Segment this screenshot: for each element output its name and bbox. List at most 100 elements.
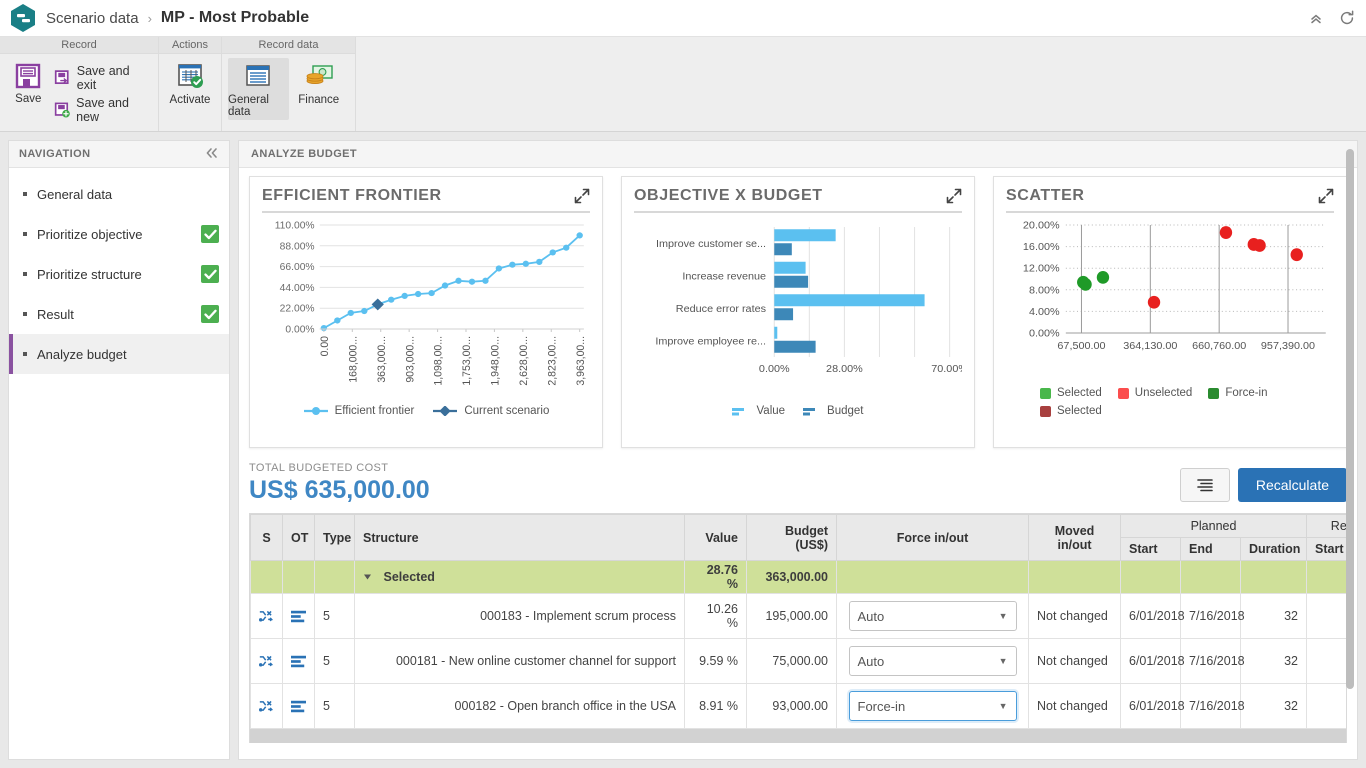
legend-item-value: Value (732, 405, 785, 417)
col-planned-duration[interactable]: Duration (1239, 537, 1308, 561)
title-divider (262, 211, 590, 213)
save-button[interactable]: Save (6, 58, 51, 105)
row-planned-start: 6/01/2018 (1120, 683, 1185, 729)
activate-label: Activate (169, 94, 211, 106)
row-force-cell[interactable]: Auto ▼ (836, 593, 1029, 639)
col-planned-start[interactable]: Start (1120, 537, 1181, 561)
col-resch-start[interactable]: Start (1306, 537, 1346, 561)
col-s[interactable]: S (250, 514, 283, 561)
recalculate-button[interactable]: Recalculate (1237, 468, 1347, 502)
row-ot-cell[interactable] (282, 593, 315, 639)
sidebar-item-prioritize-objective[interactable]: Prioritize objective (9, 214, 229, 254)
navigation-header: NAVIGATION (9, 141, 229, 168)
force-in-out-select[interactable]: Force-in ▼ (848, 691, 1017, 721)
finance-label: Finance (298, 94, 340, 106)
shuffle-icon[interactable] (259, 653, 274, 669)
expand-icon[interactable] (946, 188, 962, 208)
col-force-in-out[interactable]: Force in/out (836, 514, 1029, 561)
general-data-button[interactable]: General data (228, 58, 289, 120)
col-moved-in-out[interactable]: Moved in/out (1028, 514, 1121, 561)
top-bar-actions (1308, 0, 1356, 36)
shuffle-icon[interactable] (259, 698, 274, 714)
table-horizontal-scrollbar[interactable] (250, 729, 1346, 743)
col-planned-end[interactable]: End (1180, 537, 1241, 561)
general-data-icon (246, 65, 270, 86)
group-row-budget: 363,000.00 (746, 560, 837, 594)
ribbon-group-record-data: Record data General data Finance (222, 37, 356, 131)
table-row[interactable]: 5 000181 - New online customer channel f… (250, 638, 1346, 684)
general-data-label: General data (228, 94, 269, 118)
bars-icon[interactable] (291, 654, 306, 669)
legend-item-current-scenario: Current scenario (432, 405, 549, 417)
efficient-frontier-card: EFFICIENT FRONTIER 110.00% 88.00% 66.00% 44… (249, 176, 603, 448)
expand-icon[interactable] (574, 188, 590, 208)
list-view-button[interactable] (1179, 468, 1230, 502)
breadcrumb-root[interactable]: Scenario data (46, 10, 139, 27)
svg-text:88.00%: 88.00% (280, 241, 315, 252)
row-ot-cell[interactable] (282, 683, 315, 729)
refresh-icon[interactable] (1338, 9, 1356, 27)
bars-icon[interactable] (291, 699, 306, 714)
svg-text:660,760.00: 660,760.00 (1192, 340, 1246, 352)
table-row[interactable]: 5 000182 - Open branch office in the USA… (250, 683, 1346, 729)
objective-x-budget-title: OBJECTIVE X BUDGET (634, 187, 823, 204)
group-row-label: Selected (383, 570, 435, 584)
svg-text:0.00%: 0.00% (759, 363, 790, 375)
ribbon-group-empty-title (356, 37, 1366, 54)
row-type: 5 (314, 683, 355, 729)
bullet-icon (23, 232, 27, 236)
row-planned-end: 7/16/2018 (1180, 683, 1245, 729)
col-ot[interactable]: OT (282, 514, 315, 561)
row-s-cell[interactable] (250, 638, 283, 684)
row-value: 9.59 % (684, 638, 747, 684)
row-force-cell[interactable]: Force-in ▼ (836, 683, 1029, 729)
bars-icon[interactable] (291, 609, 306, 624)
row-planned-start: 6/01/2018 (1120, 593, 1185, 639)
row-s-cell[interactable] (250, 683, 283, 729)
collapse-navigation-icon[interactable] (205, 147, 219, 162)
row-s-cell[interactable] (250, 593, 283, 639)
svg-text:16.00%: 16.00% (1023, 241, 1060, 253)
row-planned-duration: 32 (1239, 683, 1308, 729)
col-group-rescheduled: Resch (1306, 514, 1346, 538)
shuffle-icon[interactable] (259, 608, 274, 624)
svg-text:1,098,00...: 1,098,00... (433, 336, 445, 386)
sidebar-item-analyze-budget[interactable]: Analyze budget (9, 334, 229, 374)
totals-actions: Recalculate (1179, 468, 1347, 505)
table-group-row[interactable]: Selected 28.76 % 363,000.00 (250, 560, 1346, 594)
main-vertical-scrollbar[interactable] (1346, 149, 1354, 689)
col-value[interactable]: Value (684, 514, 747, 561)
legend-label: Value (756, 405, 786, 417)
chevrons-up-icon[interactable] (1308, 10, 1324, 26)
row-structure: 000183 - Implement scrum process (354, 593, 685, 639)
legend-label: Force-in (1225, 387, 1268, 399)
sidebar-item-label: Prioritize structure (37, 266, 142, 282)
bullet-icon (23, 192, 27, 196)
save-and-exit-button[interactable]: Save and exit (51, 62, 152, 94)
triangle-collapse-icon[interactable] (363, 570, 372, 584)
table-row[interactable]: 5 000183 - Implement scrum process 10.26… (250, 593, 1346, 639)
finance-button[interactable]: Finance (289, 58, 350, 108)
force-in-out-select[interactable]: Auto ▼ (848, 646, 1017, 676)
sidebar-item-general-data[interactable]: General data (9, 174, 229, 214)
row-force-cell[interactable]: Auto ▼ (836, 638, 1029, 684)
col-budget[interactable]: Budget (US$) (746, 514, 837, 561)
force-in-out-value: Auto (857, 653, 885, 669)
expand-icon[interactable] (1318, 188, 1334, 208)
save-and-new-button[interactable]: Save and new (51, 94, 152, 126)
svg-text:1,948,00...: 1,948,00... (489, 336, 501, 386)
sidebar-item-result[interactable]: Result (9, 294, 229, 334)
svg-text:Improve employee re...: Improve employee re... (655, 336, 766, 348)
sidebar-item-prioritize-structure[interactable]: Prioritize structure (9, 254, 229, 294)
col-group-planned: Planned (1119, 514, 1308, 538)
row-ot-cell[interactable] (282, 638, 315, 684)
activate-button[interactable]: Activate (165, 58, 215, 108)
main-panel: ANALYZE BUDGET EFFICIENT FRONTIER 110.00… (238, 140, 1358, 760)
ribbon-group-actions: Actions Activate (159, 37, 222, 131)
check-icon (201, 225, 219, 243)
svg-text:2,628,00...: 2,628,00... (518, 336, 530, 386)
svg-text:Reduce error rates: Reduce error rates (676, 303, 766, 315)
col-structure[interactable]: Structure (354, 514, 685, 561)
force-in-out-select[interactable]: Auto ▼ (848, 601, 1017, 631)
col-type[interactable]: Type (314, 514, 355, 561)
